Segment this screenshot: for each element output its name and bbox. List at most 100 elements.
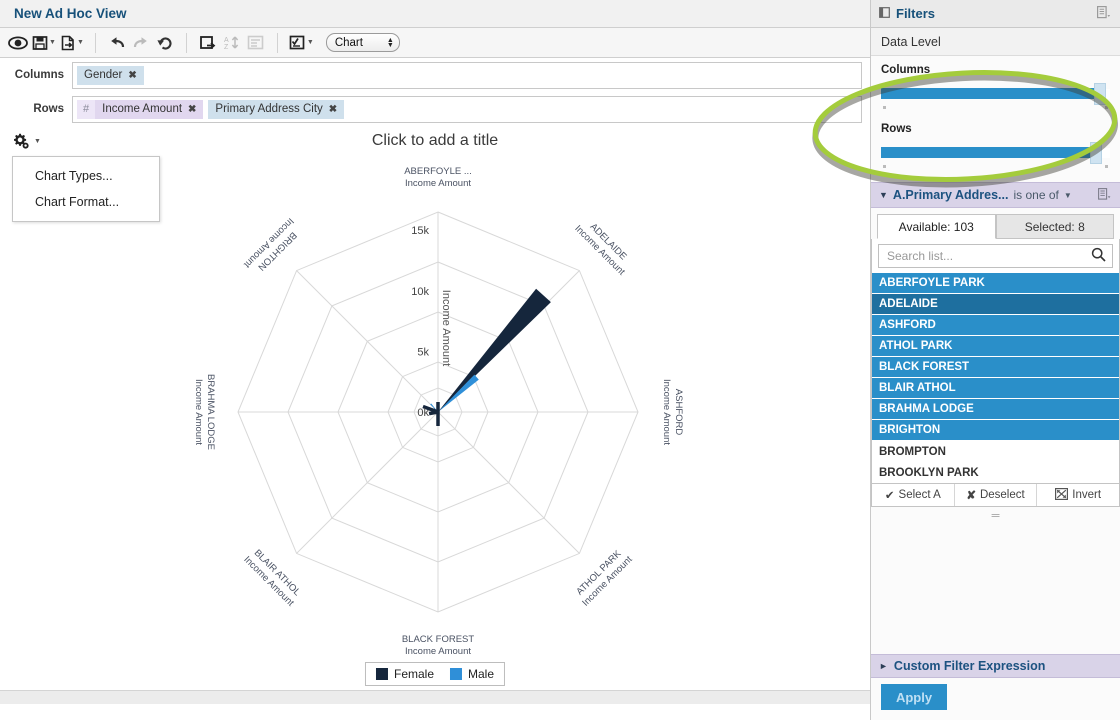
- revert-icon[interactable]: [153, 31, 177, 55]
- columns-slider-fill: [881, 88, 1096, 99]
- filter-search-row: [871, 239, 1120, 273]
- legend-swatch-male: [450, 668, 462, 680]
- collapse-triangle-icon[interactable]: ▼: [879, 190, 888, 200]
- legend-label-female: Female: [394, 667, 434, 681]
- list-item[interactable]: BLAIR ATHOL: [872, 378, 1119, 399]
- columns-slider-label: Columns: [881, 64, 1110, 76]
- list-item[interactable]: BROOKLYN PARK: [872, 462, 1119, 483]
- radar-category-label: ABERFOYLE ...Income Amount: [404, 166, 472, 189]
- columns-slider-ticks: [881, 105, 1110, 113]
- columns-shelf-row: Columns Gender ✖: [0, 58, 870, 92]
- svg-text:5k: 5k: [417, 346, 429, 358]
- svg-text:Z: Z: [224, 44, 229, 51]
- chart-canvas: ▼ Chart Types... Chart Format... Click t…: [0, 126, 870, 704]
- filter-value-list[interactable]: ABERFOYLE PARKADELAIDEASHFORDATHOL PARKB…: [871, 273, 1120, 484]
- radar-category-label: ADELAIDEIncome Amount: [572, 215, 635, 278]
- field-pill-label: Gender: [84, 69, 122, 81]
- panel-toggle-icon[interactable]: [879, 7, 890, 21]
- panel-menu-icon[interactable]: [1097, 6, 1112, 22]
- apply-button[interactable]: Apply: [881, 684, 947, 710]
- invert-button[interactable]: Invert: [1037, 484, 1119, 506]
- tab-selected[interactable]: Selected: 8: [996, 214, 1115, 239]
- filter-list-actions: ✔ Select A ✘ Deselect Invert: [871, 484, 1120, 507]
- radar-category-label: BLACK FORESTIncome Amount: [402, 634, 475, 657]
- filters-panel-title: Filters: [896, 6, 1091, 21]
- rows-shelf[interactable]: # Income Amount ✖ Primary Address City ✖: [72, 96, 862, 123]
- search-input[interactable]: [885, 248, 1091, 264]
- list-item[interactable]: BROMPTON: [872, 441, 1119, 462]
- search-icon[interactable]: [1091, 247, 1106, 265]
- field-pill-gender[interactable]: Gender ✖: [77, 66, 144, 85]
- rows-slider-handle[interactable]: [1090, 142, 1102, 164]
- remove-measure-icon[interactable]: ✖: [188, 104, 196, 115]
- filters-panel: Filters Data Level Columns Rows: [870, 0, 1120, 720]
- page-title: New Ad Hoc View: [14, 6, 127, 21]
- filter-operator-caret-icon[interactable]: ▼: [1064, 191, 1072, 200]
- filter-operator[interactable]: is one of: [1013, 188, 1058, 202]
- sort-az-icon[interactable]: AZ: [220, 31, 244, 55]
- columns-label: Columns: [6, 69, 72, 81]
- filter-header-primary-address-city[interactable]: ▼ A.Primary Addres... is one of ▼: [871, 182, 1120, 208]
- list-item[interactable]: BRIGHTON: [872, 420, 1119, 441]
- chart-options-menu[interactable]: Chart Types... Chart Format...: [12, 156, 160, 222]
- svg-text:A: A: [224, 37, 229, 44]
- deselect-label: Deselect: [980, 489, 1025, 501]
- save-icon[interactable]: ▼: [30, 31, 58, 55]
- list-item[interactable]: ABERFOYLE PARK: [872, 273, 1119, 294]
- invert-label: Invert: [1072, 489, 1101, 501]
- toolbar-divider: [95, 33, 96, 53]
- deselect-button[interactable]: ✘ Deselect: [955, 484, 1038, 506]
- custom-filter-expression-label: Custom Filter Expression: [894, 659, 1045, 673]
- radar-category-label: BLAIR ATHOLIncome Amount: [241, 546, 304, 609]
- list-item[interactable]: BRAHMA LODGE: [872, 399, 1119, 420]
- panel-resize-grip[interactable]: ═: [871, 507, 1120, 522]
- svg-text:Income Amount: Income Amount: [193, 379, 204, 445]
- svg-text:BLACK FOREST: BLACK FOREST: [402, 634, 475, 645]
- rows-slider-fill: [881, 147, 1092, 158]
- selection-caret-icon[interactable]: ▼: [307, 39, 314, 46]
- menu-item-chart-types[interactable]: Chart Types...: [13, 163, 159, 189]
- spinner-icon[interactable]: ▲▼: [387, 38, 394, 48]
- export-icon[interactable]: ▼: [58, 31, 86, 55]
- chart-title-placeholder[interactable]: Click to add a title: [0, 132, 870, 150]
- filter-field-name: A.Primary Addres...: [893, 188, 1009, 202]
- search-box[interactable]: [878, 244, 1113, 268]
- undo-icon[interactable]: [105, 31, 129, 55]
- remove-field-icon[interactable]: ✖: [329, 104, 337, 115]
- eye-preview-icon[interactable]: [6, 31, 30, 55]
- redo-icon[interactable]: [129, 31, 153, 55]
- select-all-button[interactable]: ✔ Select A: [872, 484, 955, 506]
- data-level-row[interactable]: Data Level: [871, 28, 1120, 56]
- columns-shelf[interactable]: Gender ✖: [72, 62, 862, 89]
- svg-text:Income Amount: Income Amount: [405, 646, 471, 657]
- menu-item-chart-format[interactable]: Chart Format...: [13, 189, 159, 215]
- remove-field-icon[interactable]: ✖: [128, 70, 136, 81]
- save-caret-icon[interactable]: ▼: [49, 39, 56, 46]
- view-type-select[interactable]: Chart ▲▼: [326, 33, 400, 52]
- tab-available[interactable]: Available: 103: [877, 214, 996, 239]
- list-item[interactable]: ATHOL PARK: [872, 336, 1119, 357]
- radar-category-label: ATHOL PARKIncome Amount: [572, 545, 635, 608]
- list-item[interactable]: ASHFORD: [872, 315, 1119, 336]
- svg-text:Income Amount: Income Amount: [661, 379, 672, 445]
- columns-slider-handle[interactable]: [1094, 83, 1106, 105]
- select-all-label: Select A: [899, 489, 941, 501]
- list-item[interactable]: ADELAIDE: [872, 294, 1119, 315]
- expand-triangle-icon[interactable]: ►: [879, 661, 888, 671]
- measure-pill-income-amount[interactable]: # Income Amount ✖: [77, 100, 203, 119]
- switch-group-icon[interactable]: [196, 31, 220, 55]
- measure-pill-body[interactable]: Income Amount ✖: [95, 100, 203, 119]
- columns-slider[interactable]: [881, 83, 1110, 105]
- page-options-icon[interactable]: [244, 31, 268, 55]
- rows-slider[interactable]: [881, 142, 1110, 164]
- legend-label-male: Male: [468, 667, 494, 681]
- export-caret-icon[interactable]: ▼: [77, 39, 84, 46]
- field-pill-primary-address-city[interactable]: Primary Address City ✖: [208, 100, 344, 119]
- custom-filter-expression-header[interactable]: ► Custom Filter Expression: [871, 654, 1120, 678]
- filter-menu-icon[interactable]: [1098, 188, 1112, 203]
- toolbar-divider: [186, 33, 187, 53]
- legend-item-male[interactable]: Male: [450, 667, 494, 681]
- selection-icon[interactable]: ▼: [287, 31, 316, 55]
- legend-item-female[interactable]: Female: [376, 667, 434, 681]
- list-item[interactable]: BLACK FOREST: [872, 357, 1119, 378]
